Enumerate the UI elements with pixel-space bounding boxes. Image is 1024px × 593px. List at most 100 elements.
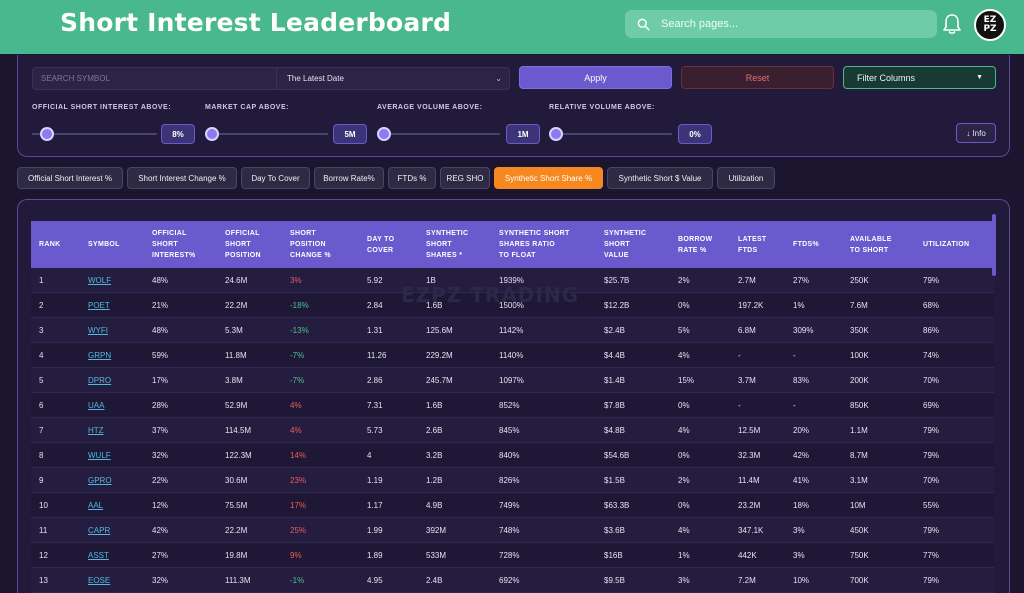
symbol-search-field[interactable] [32, 67, 285, 90]
cell-utilization: 79% [923, 450, 940, 460]
symbol-link[interactable]: GPRO [88, 468, 112, 492]
cell-official-short-position: 30.6M [225, 475, 248, 485]
symbol-link[interactable]: DPRO [88, 368, 111, 392]
tab-reg-sho[interactable]: REG SHO [440, 167, 490, 189]
column-header-text: POSITION [225, 252, 261, 259]
column-header-symbol[interactable]: SYMBOL [88, 221, 120, 268]
table-row[interactable]: 5 DPRO 17% 3.8M -7% 2.86 245.7M 1097% $1.4B 15% 3.… [31, 368, 994, 393]
cell-short-position-change: 23% [290, 475, 307, 485]
symbol-link[interactable]: ASST [88, 543, 109, 567]
cell-synthetic-short-ratio: 852% [499, 400, 520, 410]
column-header-borrow-rate[interactable]: BORROW RATE % [678, 221, 712, 268]
table-scrollbar[interactable] [992, 214, 996, 276]
symbol-link[interactable]: HTZ [88, 418, 104, 442]
table-row[interactable]: 10 AAL 12% 75.5M 17% 1.17 4.9B 749% $63.3B 0% 23.2… [31, 493, 994, 518]
column-header-available-to-short[interactable]: AVAILABLE TO SHORT [850, 221, 892, 268]
apply-button[interactable]: Apply [519, 66, 672, 89]
tab-day-to-cover[interactable]: Day To Cover [241, 167, 310, 189]
slider-thumb-average-volume[interactable] [377, 127, 391, 141]
cell-synthetic-short-ratio: 692% [499, 575, 520, 585]
symbol-link[interactable]: POET [88, 293, 110, 317]
cell-rank: 11 [39, 525, 48, 535]
bell-icon[interactable] [942, 13, 962, 35]
column-header-latest-ftds[interactable]: LATEST FTDS [738, 221, 767, 268]
cell-borrow-rate: 0% [678, 500, 690, 510]
cell-day-to-cover: 4 [367, 450, 372, 460]
table-row[interactable]: 8 WULF 32% 122.3M 14% 4 3.2B 840% $54.6B 0% 32.3M 4… [31, 443, 994, 468]
tab-official-short-interest[interactable]: Official Short Interest % [17, 167, 123, 189]
table-row[interactable]: 7 HTZ 37% 114.5M 4% 5.73 2.6B 845% $4.8B 4% 12.5M 2… [31, 418, 994, 443]
cell-synthetic-short-value: $2.4B [604, 325, 625, 335]
column-header-ftds-percent[interactable]: FTDS% [793, 221, 819, 268]
symbol-link[interactable]: EOSE [88, 568, 110, 592]
table-row[interactable]: 9 GPRO 22% 30.6M 23% 1.19 1.2B 826% $1.5B 2% 11.4M… [31, 468, 994, 493]
cell-latest-ftds: 2.7M [738, 275, 756, 285]
table-row[interactable]: 12 ASST 27% 19.8M 9% 1.89 533M 728% $16B 1% 442K 3%… [31, 543, 994, 568]
reset-button[interactable]: Reset [681, 66, 834, 89]
cell-synthetic-short-ratio: 1142% [499, 325, 524, 335]
tab-short-interest-change[interactable]: Short Interest Change % [127, 167, 237, 189]
info-button[interactable]: ↓ Info [956, 123, 996, 143]
column-header-utilization[interactable]: UTILIZATION [923, 221, 969, 268]
filter-columns-label: Filter Columns [857, 72, 916, 83]
table-row[interactable]: 6 UAA 28% 52.9M 4% 7.31 1.6B 852% $7.8B 0% - - 850K 6… [31, 393, 994, 418]
search-input[interactable] [661, 18, 921, 30]
column-header-official-short-position[interactable]: OFFICIAL SHORT POSITION [225, 221, 261, 268]
cell-available-to-short: 250K [850, 275, 869, 285]
table-row[interactable]: 13 EOSE 32% 111.3M -1% 4.95 2.4B 692% $9.5B 3% 7.2… [31, 568, 994, 593]
cell-short-position-change: 9% [290, 550, 302, 560]
table-row[interactable]: 4 GRPN 59% 11.8M -7% 11.26 229.2M 1140% $4.4B 4% -… [31, 343, 994, 368]
slider-thumb-market-cap[interactable] [205, 127, 219, 141]
symbol-link[interactable]: CAPR [88, 518, 110, 542]
column-header-synthetic-short-value[interactable]: SYNTHETIC SHORT VALUE [604, 221, 646, 268]
slider-thumb-relative-volume[interactable] [549, 127, 563, 141]
slider-track-average-volume[interactable] [377, 133, 500, 135]
symbol-link[interactable]: WOLF [88, 268, 111, 292]
cell-ftds-percent: 83% [793, 375, 810, 385]
slider-track-relative-volume[interactable] [549, 133, 672, 135]
table-row[interactable]: 3 WYFI 48% 5.3M -13% 1.31 125.6M 1142% $2.4B 5% 6.… [31, 318, 994, 343]
filter-columns-button[interactable]: Filter Columns ▼ [843, 66, 996, 89]
symbol-link[interactable]: UAA [88, 393, 104, 417]
cell-short-position-change: 4% [290, 425, 302, 435]
tab-synthetic-short-value[interactable]: Synthetic Short $ Value [607, 167, 713, 189]
symbol-link[interactable]: GRPN [88, 343, 111, 367]
cell-latest-ftds: 197.2K [738, 300, 764, 310]
column-header-day-to-cover[interactable]: DAY TO COVER [367, 221, 394, 268]
symbol-link[interactable]: WYFI [88, 318, 108, 342]
cell-utilization: 74% [923, 350, 940, 360]
cell-utilization: 70% [923, 375, 940, 385]
column-header-rank[interactable]: RANK [39, 221, 60, 268]
tab-borrow-rate[interactable]: Borrow Rate% [314, 167, 384, 189]
cell-synthetic-short-shares: 1.2B [426, 475, 443, 485]
tab-utilization[interactable]: Utilization [717, 167, 775, 189]
search-box[interactable] [625, 10, 937, 38]
cell-short-position-change: -7% [290, 375, 305, 385]
cell-borrow-rate: 2% [678, 475, 690, 485]
slider-track-market-cap[interactable] [205, 133, 328, 135]
cell-official-short-position: 11.8M [225, 350, 247, 360]
slider-label-relative-volume: RELATIVE VOLUME ABOVE: [549, 104, 655, 111]
date-select[interactable]: The Latest Date ⌄ [276, 67, 510, 90]
slider-label-average-volume: AVERAGE VOLUME ABOVE: [377, 104, 483, 111]
column-header-synthetic-short-ratio[interactable]: SYNTHETIC SHORT SHARES RATIO TO FLOAT [499, 221, 570, 268]
top-header: Short Interest Leaderboard EZ PZ [0, 0, 1024, 54]
column-header-synthetic-short-shares[interactable]: SYNTHETIC SHORT SHARES * [426, 221, 468, 268]
column-header-short-position-change[interactable]: SHORT POSITION CHANGE % [290, 221, 331, 268]
tab-ftds[interactable]: FTDs % [388, 167, 436, 189]
slider-thumb-short-interest[interactable] [40, 127, 54, 141]
cell-rank: 8 [39, 450, 44, 460]
symbol-link[interactable]: AAL [88, 493, 103, 517]
column-header-text: TO FLOAT [499, 252, 536, 259]
column-header-official-short-interest[interactable]: OFFICIAL SHORT INTEREST% [152, 221, 196, 268]
table-row[interactable]: 11 CAPR 42% 22.2M 25% 1.99 392M 748% $3.6B 4% 347.… [31, 518, 994, 543]
symbol-search-input[interactable] [41, 74, 284, 83]
tab-synthetic-short-share[interactable]: Synthetic Short Share % [494, 167, 603, 189]
column-header-text: DAY TO [367, 235, 395, 243]
cell-day-to-cover: 5.73 [367, 425, 383, 435]
cell-official-short-interest: 59% [152, 350, 169, 360]
symbol-link[interactable]: WULF [88, 443, 111, 467]
cell-synthetic-short-shares: 245.7M [426, 375, 453, 385]
avatar[interactable]: EZ PZ [974, 9, 1006, 41]
cell-latest-ftds: 347.1K [738, 525, 764, 535]
